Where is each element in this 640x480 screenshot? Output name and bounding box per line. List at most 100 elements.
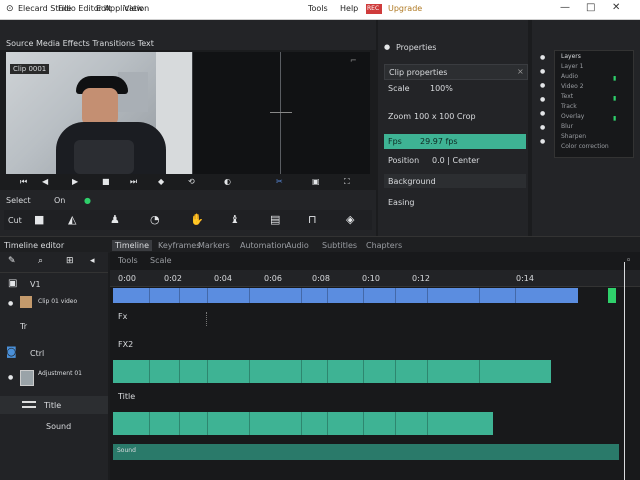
prop-position-value[interactable]: 0.0 | Center — [432, 156, 479, 165]
tab-audio[interactable]: Audio — [286, 241, 309, 250]
clip-properties-dropdown[interactable]: Clip properties × — [384, 64, 528, 80]
properties-panel: ● Properties Clip properties × Scale 100… — [378, 20, 528, 236]
cut-icon[interactable]: ✂ — [276, 176, 283, 187]
settings-icon[interactable]: ◦ — [626, 256, 631, 267]
fullscreen-icon[interactable]: ⛶ — [344, 176, 350, 187]
preview-marker: ⌐ — [350, 56, 357, 65]
layer-check-icon[interactable]: ▮ — [613, 95, 616, 102]
tool-cut[interactable]: Cut — [8, 216, 22, 225]
play-icon[interactable]: ▶ — [72, 176, 78, 187]
layer-item-7[interactable]: Blur — [561, 123, 573, 130]
preview-area[interactable]: Clip 0001 ⌐ — [6, 52, 370, 174]
layer-check-icon[interactable]: ▮ — [613, 75, 616, 82]
marker-icon[interactable]: ◆ — [158, 176, 164, 187]
tab-markers[interactable]: Markers — [198, 241, 230, 250]
snapshot-icon[interactable]: ▣ — [312, 176, 320, 187]
tab-timeline[interactable]: Timeline — [112, 240, 153, 251]
loop-icon[interactable]: ⟲ — [188, 176, 195, 187]
trash-icon[interactable]: ■ — [34, 214, 44, 225]
prop-fps-value: 29.97 fps — [420, 137, 458, 146]
tab-chapters[interactable]: Chapters — [366, 241, 402, 250]
tab-keyframes[interactable]: Keyframes — [158, 241, 200, 250]
layer-item-9[interactable]: Color correction — [561, 143, 609, 150]
sound-clip-label: Sound — [117, 447, 136, 454]
source-panel-header: Source Media Effects Transitions Text — [0, 20, 376, 50]
video-preview[interactable]: Clip 0001 — [6, 52, 192, 174]
menu-edit[interactable]: Edit — [96, 4, 112, 13]
film-icon[interactable]: ▤ — [270, 214, 280, 225]
razor-icon[interactable]: ◭ — [68, 214, 76, 225]
track-bullet-icon: ● — [8, 374, 14, 381]
layer-item-8[interactable]: Sharpen — [561, 133, 586, 140]
prop-row-selected[interactable]: Fps 29.97 fps — [384, 134, 526, 149]
layer-item-3[interactable]: Video 2 — [561, 83, 584, 90]
subtab-tools[interactable]: Tools — [118, 256, 138, 265]
eye-icon[interactable]: ◈ — [346, 214, 354, 225]
layer-bullet-icon: ● — [540, 82, 546, 89]
select-value[interactable]: On — [54, 196, 65, 205]
prop-background-row[interactable]: Background — [384, 174, 526, 188]
maximize-button[interactable]: □ — [586, 2, 595, 13]
hand-icon[interactable]: ✋ — [190, 214, 204, 225]
skip-start-icon[interactable]: ⏮ — [20, 176, 27, 187]
menu-file[interactable]: File — [58, 4, 71, 13]
layer-bullet-icon: ● — [540, 68, 546, 75]
ruler-tick: 0:06 — [264, 274, 282, 283]
track-title-label: Title — [118, 392, 136, 401]
clip-label: Clip 0001 — [10, 64, 50, 74]
prop-zoom-value[interactable]: 100 x 100 Crop — [414, 112, 476, 121]
layer-item-1[interactable]: Layer 1 — [561, 63, 583, 70]
layer-item-6[interactable]: Overlay — [561, 113, 584, 120]
timeline-area[interactable]: Tools Scale ◦ 0:00 0:02 0:04 0:06 0:08 0… — [110, 252, 640, 480]
video-track-icon[interactable]: ▣ — [8, 278, 17, 289]
layers-list: Layers Layer 1 Audio Video 2 Text Track … — [554, 50, 634, 158]
close-button[interactable]: ✕ — [612, 2, 620, 13]
grid-icon[interactable]: ⊞ — [66, 256, 74, 267]
collapse-icon[interactable]: ◂ — [90, 256, 95, 267]
track-label-fx2: FX2 — [118, 340, 134, 349]
menu-tools[interactable]: Tools — [308, 4, 328, 13]
overlay-icon[interactable]: ◐ — [224, 176, 231, 187]
layer-bullet-icon: ● — [540, 138, 546, 145]
selected-track-header[interactable]: Title — [0, 396, 108, 414]
speed-icon[interactable]: ◔ — [150, 214, 160, 225]
layer-item-2[interactable]: Audio — [561, 73, 578, 80]
tab-subtitles[interactable]: Subtitles — [322, 241, 357, 250]
menu-help[interactable]: Help — [340, 4, 358, 13]
sound-clip[interactable]: Sound — [113, 444, 619, 460]
record-badge[interactable]: REC — [366, 4, 382, 14]
tool-icon[interactable]: ✎ — [8, 256, 16, 267]
prop-position-label: Position — [388, 156, 420, 165]
pin-icon[interactable]: ♝ — [230, 214, 240, 225]
stop-icon[interactable]: ■ — [102, 176, 110, 187]
clip-thumbnail[interactable] — [20, 296, 32, 308]
audio-track-icon[interactable]: ◙ — [6, 346, 17, 357]
subtab-scale[interactable]: Scale — [150, 256, 172, 265]
step-back-icon[interactable]: ◀ — [42, 176, 48, 187]
minimize-button[interactable]: — — [560, 2, 570, 13]
prop-scale-value[interactable]: 100% — [430, 84, 453, 93]
menu-view[interactable]: View — [124, 4, 143, 13]
video-clip[interactable] — [113, 288, 578, 303]
timeline-playhead[interactable] — [624, 262, 625, 480]
source-tabs[interactable]: Source Media Effects Transitions Text — [6, 39, 154, 48]
search-icon[interactable]: ⌕ — [38, 256, 43, 267]
layer-bullet-icon: ● — [540, 96, 546, 103]
person-icon[interactable]: ♟ — [110, 214, 120, 225]
prop-background-label: Background — [388, 177, 436, 186]
skip-end-icon[interactable]: ⏭ — [130, 176, 137, 187]
track-name-4: Sound — [46, 422, 72, 431]
track-label-v1: V1 — [30, 280, 41, 289]
adjustment-clip[interactable] — [113, 360, 551, 383]
layer-check-icon[interactable]: ▮ — [613, 115, 616, 122]
tab-automation[interactable]: Automation — [240, 241, 287, 250]
playhead-line[interactable] — [280, 52, 281, 174]
time-ruler[interactable]: 0:00 0:02 0:04 0:06 0:08 0:10 0:12 0:14 — [110, 270, 640, 287]
upgrade-link[interactable]: Upgrade — [388, 4, 422, 13]
dropdown-close-icon[interactable]: × — [517, 67, 524, 76]
title-clip[interactable] — [113, 412, 493, 435]
layer-item-4[interactable]: Text — [561, 93, 573, 100]
clip-thumbnail[interactable] — [20, 370, 34, 386]
lock-icon[interactable]: ⊓ — [308, 214, 317, 225]
layer-item-5[interactable]: Track — [561, 103, 577, 110]
